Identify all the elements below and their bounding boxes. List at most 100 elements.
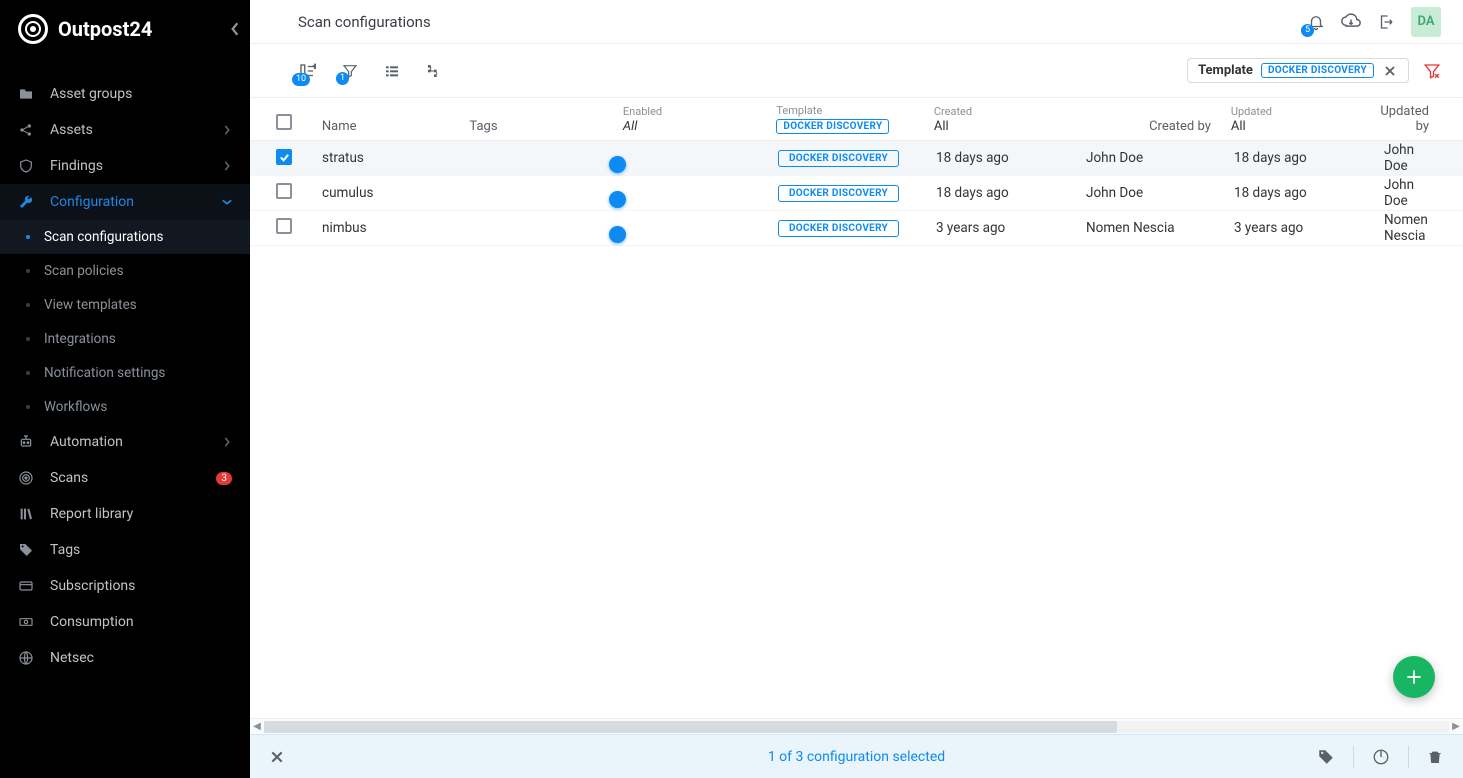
brand-icon bbox=[18, 14, 48, 44]
cell-name: nimbus bbox=[312, 220, 460, 236]
sidebar: Outpost24 Asset groupsAssetsFindingsConf… bbox=[0, 0, 250, 778]
money-icon bbox=[18, 614, 36, 630]
table-row[interactable]: cumulus DOCKER DISCOVERY 18 days agoJohn D… bbox=[250, 176, 1463, 211]
tag-icon bbox=[18, 542, 36, 558]
scroll-right-icon[interactable]: ▶ bbox=[1449, 721, 1463, 732]
logout-icon[interactable] bbox=[1377, 13, 1395, 31]
row-checkbox[interactable] bbox=[276, 183, 292, 199]
filter-chip-value: DOCKER DISCOVERY bbox=[1261, 63, 1374, 78]
sidebar-item-report-library[interactable]: Report library bbox=[0, 496, 250, 532]
filter-chip-label: Template bbox=[1198, 63, 1253, 78]
globe-icon bbox=[18, 650, 36, 666]
col-created[interactable]: Created All bbox=[924, 105, 1074, 134]
sidebar-item-findings[interactable]: Findings bbox=[0, 148, 250, 184]
cell-updated: 3 years ago bbox=[1224, 220, 1374, 236]
cell-name: cumulus bbox=[312, 185, 460, 201]
filter-chip-close-icon[interactable] bbox=[1382, 65, 1398, 77]
template-tag: DOCKER DISCOVERY bbox=[778, 220, 899, 237]
sidebar-subitem-scan-policies[interactable]: Scan policies bbox=[0, 254, 250, 288]
cell-created: 18 days ago bbox=[926, 150, 1076, 166]
collapse-sidebar-icon[interactable] bbox=[230, 22, 240, 36]
add-button[interactable] bbox=[1393, 656, 1435, 698]
table-row[interactable]: nimbusDOCKER DISCOVERY3 years agoNomen N… bbox=[250, 211, 1463, 246]
notifications-icon[interactable]: 5 bbox=[1307, 13, 1325, 31]
view-list-button[interactable] bbox=[384, 63, 400, 79]
table-row[interactable]: stratusDOCKER DISCOVERY18 days agoJohn D… bbox=[250, 141, 1463, 176]
wrench-icon bbox=[18, 194, 36, 210]
sidebar-subitem-integrations[interactable]: Integrations bbox=[0, 322, 250, 356]
header: Scan configurations 5 DA bbox=[250, 0, 1463, 44]
nav: Asset groupsAssetsFindingsConfigurationS… bbox=[0, 58, 250, 778]
svg-text:+: + bbox=[313, 62, 316, 71]
brand-logo: Outpost24 bbox=[0, 0, 250, 58]
horizontal-scrollbar[interactable]: ◀ ▶ bbox=[250, 718, 1463, 734]
cell-created: 3 years ago bbox=[926, 220, 1076, 236]
clear-filters-icon[interactable] bbox=[1423, 62, 1441, 80]
sidebar-subitem-notification-settings[interactable]: Notification settings bbox=[0, 356, 250, 390]
table: Name Tags Enabled All Template DOCKER DI… bbox=[250, 98, 1463, 734]
nav-badge: 3 bbox=[216, 472, 232, 485]
sidebar-item-netsec[interactable]: Netsec bbox=[0, 640, 250, 676]
sidebar-item-consumption[interactable]: Consumption bbox=[0, 604, 250, 640]
sidebar-item-automation[interactable]: Automation bbox=[0, 424, 250, 460]
selection-message: 1 of 3 configuration selected bbox=[768, 749, 945, 765]
col-enabled[interactable]: Enabled All bbox=[613, 105, 766, 134]
col-tags[interactable]: Tags bbox=[459, 119, 612, 134]
robot-icon bbox=[18, 434, 36, 450]
cell-created-by: John Doe bbox=[1076, 185, 1224, 201]
select-all-checkbox[interactable] bbox=[276, 114, 292, 130]
sidebar-subitem-view-templates[interactable]: View templates bbox=[0, 288, 250, 322]
sidebar-item-subscriptions[interactable]: Subscriptions bbox=[0, 568, 250, 604]
active-filter-chip[interactable]: Template DOCKER DISCOVERY bbox=[1187, 58, 1409, 83]
cell-updated: 18 days ago bbox=[1224, 185, 1374, 201]
chevron-right-icon bbox=[222, 125, 232, 135]
row-checkbox[interactable] bbox=[276, 218, 292, 234]
sidebar-item-asset-groups[interactable]: Asset groups bbox=[0, 76, 250, 112]
table-header: Name Tags Enabled All Template DOCKER DI… bbox=[250, 98, 1463, 141]
cloud-download-icon[interactable] bbox=[1341, 13, 1361, 31]
cell-updated-by: John Doe bbox=[1374, 142, 1453, 174]
scroll-thumb[interactable] bbox=[264, 721, 1117, 733]
filter-button[interactable]: 1 bbox=[342, 63, 358, 79]
col-created-by[interactable]: Created by bbox=[1073, 119, 1221, 134]
template-tag: DOCKER DISCOVERY bbox=[778, 185, 899, 202]
sidebar-subitem-workflows[interactable]: Workflows bbox=[0, 390, 250, 424]
scroll-left-icon[interactable]: ◀ bbox=[250, 721, 264, 732]
sidebar-item-scans[interactable]: Scans3 bbox=[0, 460, 250, 496]
library-icon bbox=[18, 506, 36, 522]
selection-bar: 1 of 3 configuration selected bbox=[250, 734, 1463, 778]
radar-icon bbox=[18, 470, 36, 486]
notifications-badge: 5 bbox=[1301, 24, 1314, 37]
avatar[interactable]: DA bbox=[1411, 7, 1441, 37]
columns-button[interactable]: + 10 bbox=[298, 62, 316, 80]
sidebar-item-tags[interactable]: Tags bbox=[0, 532, 250, 568]
folder-icon bbox=[18, 86, 36, 102]
col-updated-by[interactable]: Updated by bbox=[1370, 104, 1453, 134]
selection-delete-icon[interactable] bbox=[1427, 748, 1443, 766]
toolbar: + 10 1 Template DOCKER DISCOVERY bbox=[250, 44, 1463, 98]
col-name[interactable]: Name bbox=[312, 119, 460, 134]
selection-close-icon[interactable] bbox=[270, 750, 284, 764]
sidebar-subitem-scan-configurations[interactable]: Scan configurations bbox=[0, 220, 250, 254]
sidebar-item-assets[interactable]: Assets bbox=[0, 112, 250, 148]
row-checkbox[interactable] bbox=[276, 149, 292, 165]
selection-tag-icon[interactable] bbox=[1317, 748, 1335, 766]
cell-updated-by: John Doe bbox=[1374, 177, 1453, 209]
chevron-down-icon bbox=[222, 197, 232, 207]
chevron-right-icon bbox=[222, 437, 232, 447]
header-actions: 5 DA bbox=[1307, 7, 1441, 37]
selection-scan-icon[interactable] bbox=[1372, 748, 1390, 766]
brand-text: Outpost24 bbox=[58, 17, 152, 41]
sidebar-item-configuration[interactable]: Configuration bbox=[0, 184, 250, 220]
cell-name: stratus bbox=[312, 150, 460, 166]
cell-updated: 18 days ago bbox=[1224, 150, 1374, 166]
card-icon bbox=[18, 578, 36, 594]
template-tag: DOCKER DISCOVERY bbox=[778, 150, 899, 167]
chevron-right-icon bbox=[222, 161, 232, 171]
table-body: stratusDOCKER DISCOVERY18 days agoJohn D… bbox=[250, 141, 1463, 718]
shield-icon bbox=[18, 158, 36, 174]
filter-count-badge: 1 bbox=[336, 72, 349, 85]
view-tree-button[interactable] bbox=[426, 63, 442, 79]
col-template[interactable]: Template DOCKER DISCOVERY bbox=[766, 104, 923, 134]
col-updated[interactable]: Updated All bbox=[1221, 105, 1371, 134]
